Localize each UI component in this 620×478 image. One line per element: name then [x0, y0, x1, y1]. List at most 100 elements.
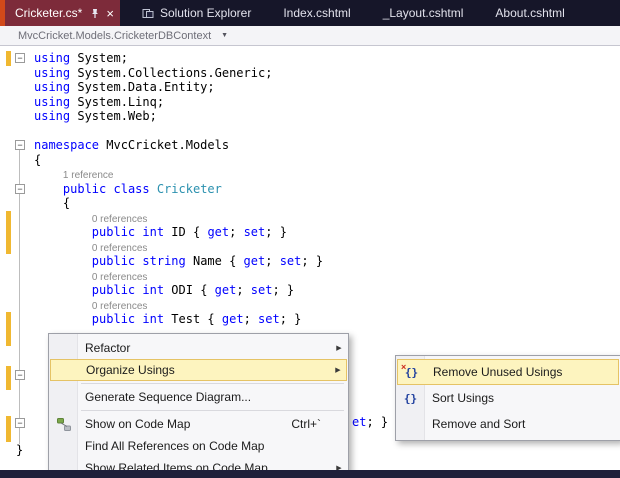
- change-tracking-bar: [6, 210, 11, 225]
- code-line[interactable]: public string Name { get; set; }: [0, 254, 620, 269]
- codelens-text: 1 reference: [62, 170, 114, 181]
- menu-separator: [81, 383, 344, 384]
- code-line[interactable]: public int ODI { get; set; }: [0, 283, 620, 298]
- menu-item-label: Show on Code Map: [85, 417, 191, 431]
- codelens-text: 0 references: [91, 271, 148, 283]
- breadcrumb[interactable]: MvcCricket.Models.CricketerDBContext: [18, 30, 211, 42]
- code-line[interactable]: using System.Linq;: [0, 95, 620, 110]
- tab-label: About.cshtml: [495, 6, 565, 20]
- change-tracking-bar: [6, 416, 11, 442]
- codelens-line[interactable]: 1 reference: [0, 167, 620, 182]
- tab-label: Solution Explorer: [159, 6, 252, 20]
- solution-explorer-icon: [142, 8, 154, 19]
- menu-icon-empty: [51, 360, 78, 380]
- fold-collapse-icon[interactable]: −: [15, 418, 25, 428]
- codelens-text: 0 references: [91, 300, 148, 312]
- tab-layout-cshtml[interactable]: _Layout.cshtml: [373, 0, 474, 26]
- menu-item-refactor[interactable]: Refactor ▶: [50, 337, 347, 359]
- code-line[interactable]: public int ID { get; set; }: [0, 225, 620, 240]
- tab-index-cshtml[interactable]: Index.cshtml: [273, 0, 360, 26]
- menu-item-sort-usings[interactable]: {} Sort Usings: [397, 385, 619, 411]
- menu-item-label: Sort Usings: [432, 391, 495, 405]
- codelens-line[interactable]: 0 references: [0, 210, 620, 225]
- namespace-closing-brace[interactable]: }: [16, 443, 23, 457]
- menu-icon-empty: [397, 411, 424, 437]
- code-line[interactable]: using System.Data.Entity;: [0, 80, 620, 95]
- codelens-line[interactable]: 0 references: [0, 298, 620, 313]
- navigation-bar[interactable]: MvcCricket.Models.CricketerDBContext ▼: [0, 26, 620, 46]
- code-line[interactable]: [0, 124, 620, 139]
- code-text: namespace MvcCricket.Models: [34, 138, 230, 152]
- code-line[interactable]: public int Test { get; set; }: [0, 312, 620, 327]
- menu-separator: [81, 410, 344, 411]
- code-line[interactable]: − public class Cricketer: [0, 182, 620, 197]
- codelens-text: 0 references: [91, 242, 148, 254]
- code-line[interactable]: {: [0, 153, 620, 168]
- code-line[interactable]: {: [0, 196, 620, 211]
- menu-item-label: Refactor: [85, 341, 131, 355]
- fold-collapse-icon[interactable]: −: [15, 53, 25, 63]
- code-text: public class Cricketer: [62, 181, 222, 196]
- tab-label: _Layout.cshtml: [382, 6, 464, 20]
- code-text: {: [34, 152, 42, 167]
- document-tab-bar: Cricketer.cs* × Solution Explorer Index.…: [0, 0, 620, 26]
- tab-cricketer-cs[interactable]: Cricketer.cs* ×: [5, 0, 120, 26]
- menu-item-remove-and-sort[interactable]: Remove and Sort: [397, 411, 619, 437]
- visual-studio-window: Cricketer.cs* × Solution Explorer Index.…: [0, 0, 620, 478]
- close-icon[interactable]: ×: [106, 7, 114, 20]
- tab-solution-explorer[interactable]: Solution Explorer: [132, 0, 261, 26]
- organize-usings-submenu: {} × Remove Unused Usings {} Sort Usings Remo…: [395, 355, 620, 441]
- tab-label: Index.cshtml: [283, 6, 351, 20]
- menu-icon-empty: [50, 386, 77, 408]
- clipped-code-fragment[interactable]: et; }: [352, 415, 388, 429]
- tab-label: Cricketer.cs*: [15, 6, 83, 20]
- code-line[interactable]: using System.Collections.Generic;: [0, 66, 620, 81]
- context-menu: Refactor ▶ Organize Usings ▶ Generate Sequen…: [48, 333, 349, 478]
- submenu-arrow-icon: ▶: [335, 367, 341, 374]
- menu-item-label: Organize Usings: [86, 363, 175, 377]
- change-tracking-bar: [6, 326, 11, 346]
- change-tracking-bar: [6, 51, 11, 66]
- code-line[interactable]: using System.Web;: [0, 109, 620, 124]
- sort-usings-icon: {}: [403, 391, 418, 405]
- code-line[interactable]: − namespace MvcCricket.Models: [0, 138, 620, 153]
- code-text: public string Name { get; set; }: [91, 254, 324, 268]
- chevron-down-icon[interactable]: ▼: [221, 32, 228, 39]
- menu-item-remove-unused-usings[interactable]: {} × Remove Unused Usings: [397, 359, 619, 385]
- fold-collapse-icon[interactable]: −: [15, 140, 25, 150]
- code-map-icon: [50, 413, 77, 435]
- code-text: using System.Linq;: [34, 94, 165, 109]
- code-lines: − using System; using System.Collections.G…: [0, 51, 620, 327]
- codelens-line[interactable]: 0 references: [0, 239, 620, 254]
- code-text: public int Test { get; set; }: [91, 312, 302, 326]
- codelens-line[interactable]: 0 references: [0, 269, 620, 284]
- menu-shortcut: Ctrl+`: [291, 417, 321, 431]
- menu-item-label: Generate Sequence Diagram...: [85, 390, 252, 404]
- fold-collapse-icon[interactable]: −: [15, 183, 25, 194]
- menu-item-find-all-references-on-code-map[interactable]: Find All References on Code Map: [50, 435, 347, 457]
- change-tracking-bar: [6, 366, 11, 390]
- menu-item-generate-sequence-diagram[interactable]: Generate Sequence Diagram...: [50, 386, 347, 408]
- status-bar: [0, 470, 620, 478]
- code-text: using System.Data.Entity;: [34, 80, 215, 94]
- pin-icon[interactable]: [90, 8, 100, 19]
- code-text: {: [34, 196, 71, 210]
- code-text: using System;: [34, 51, 128, 65]
- menu-item-show-on-code-map[interactable]: Show on Code Map Ctrl+`: [50, 413, 347, 435]
- tab-about-cshtml[interactable]: About.cshtml: [485, 0, 574, 26]
- change-tracking-bar: [6, 225, 11, 240]
- menu-icon-empty: [50, 435, 77, 457]
- fold-collapse-icon[interactable]: −: [15, 370, 25, 380]
- change-tracking-bar: [6, 239, 11, 254]
- code-text: using System.Collections.Generic;: [34, 65, 273, 80]
- code-text: public int ID { get; set; }: [91, 225, 287, 239]
- menu-item-label: Remove and Sort: [432, 417, 526, 431]
- submenu-arrow-icon: ▶: [336, 345, 342, 352]
- menu-item-organize-usings[interactable]: Organize Usings ▶: [50, 359, 347, 381]
- codelens-text: 0 references: [91, 213, 148, 225]
- change-tracking-bar: [6, 312, 11, 327]
- menu-item-label: Find All References on Code Map: [85, 439, 265, 453]
- code-line[interactable]: − using System;: [0, 51, 620, 66]
- code-text: using System.Web;: [34, 109, 157, 123]
- code-text: public int ODI { get; set; }: [91, 283, 295, 297]
